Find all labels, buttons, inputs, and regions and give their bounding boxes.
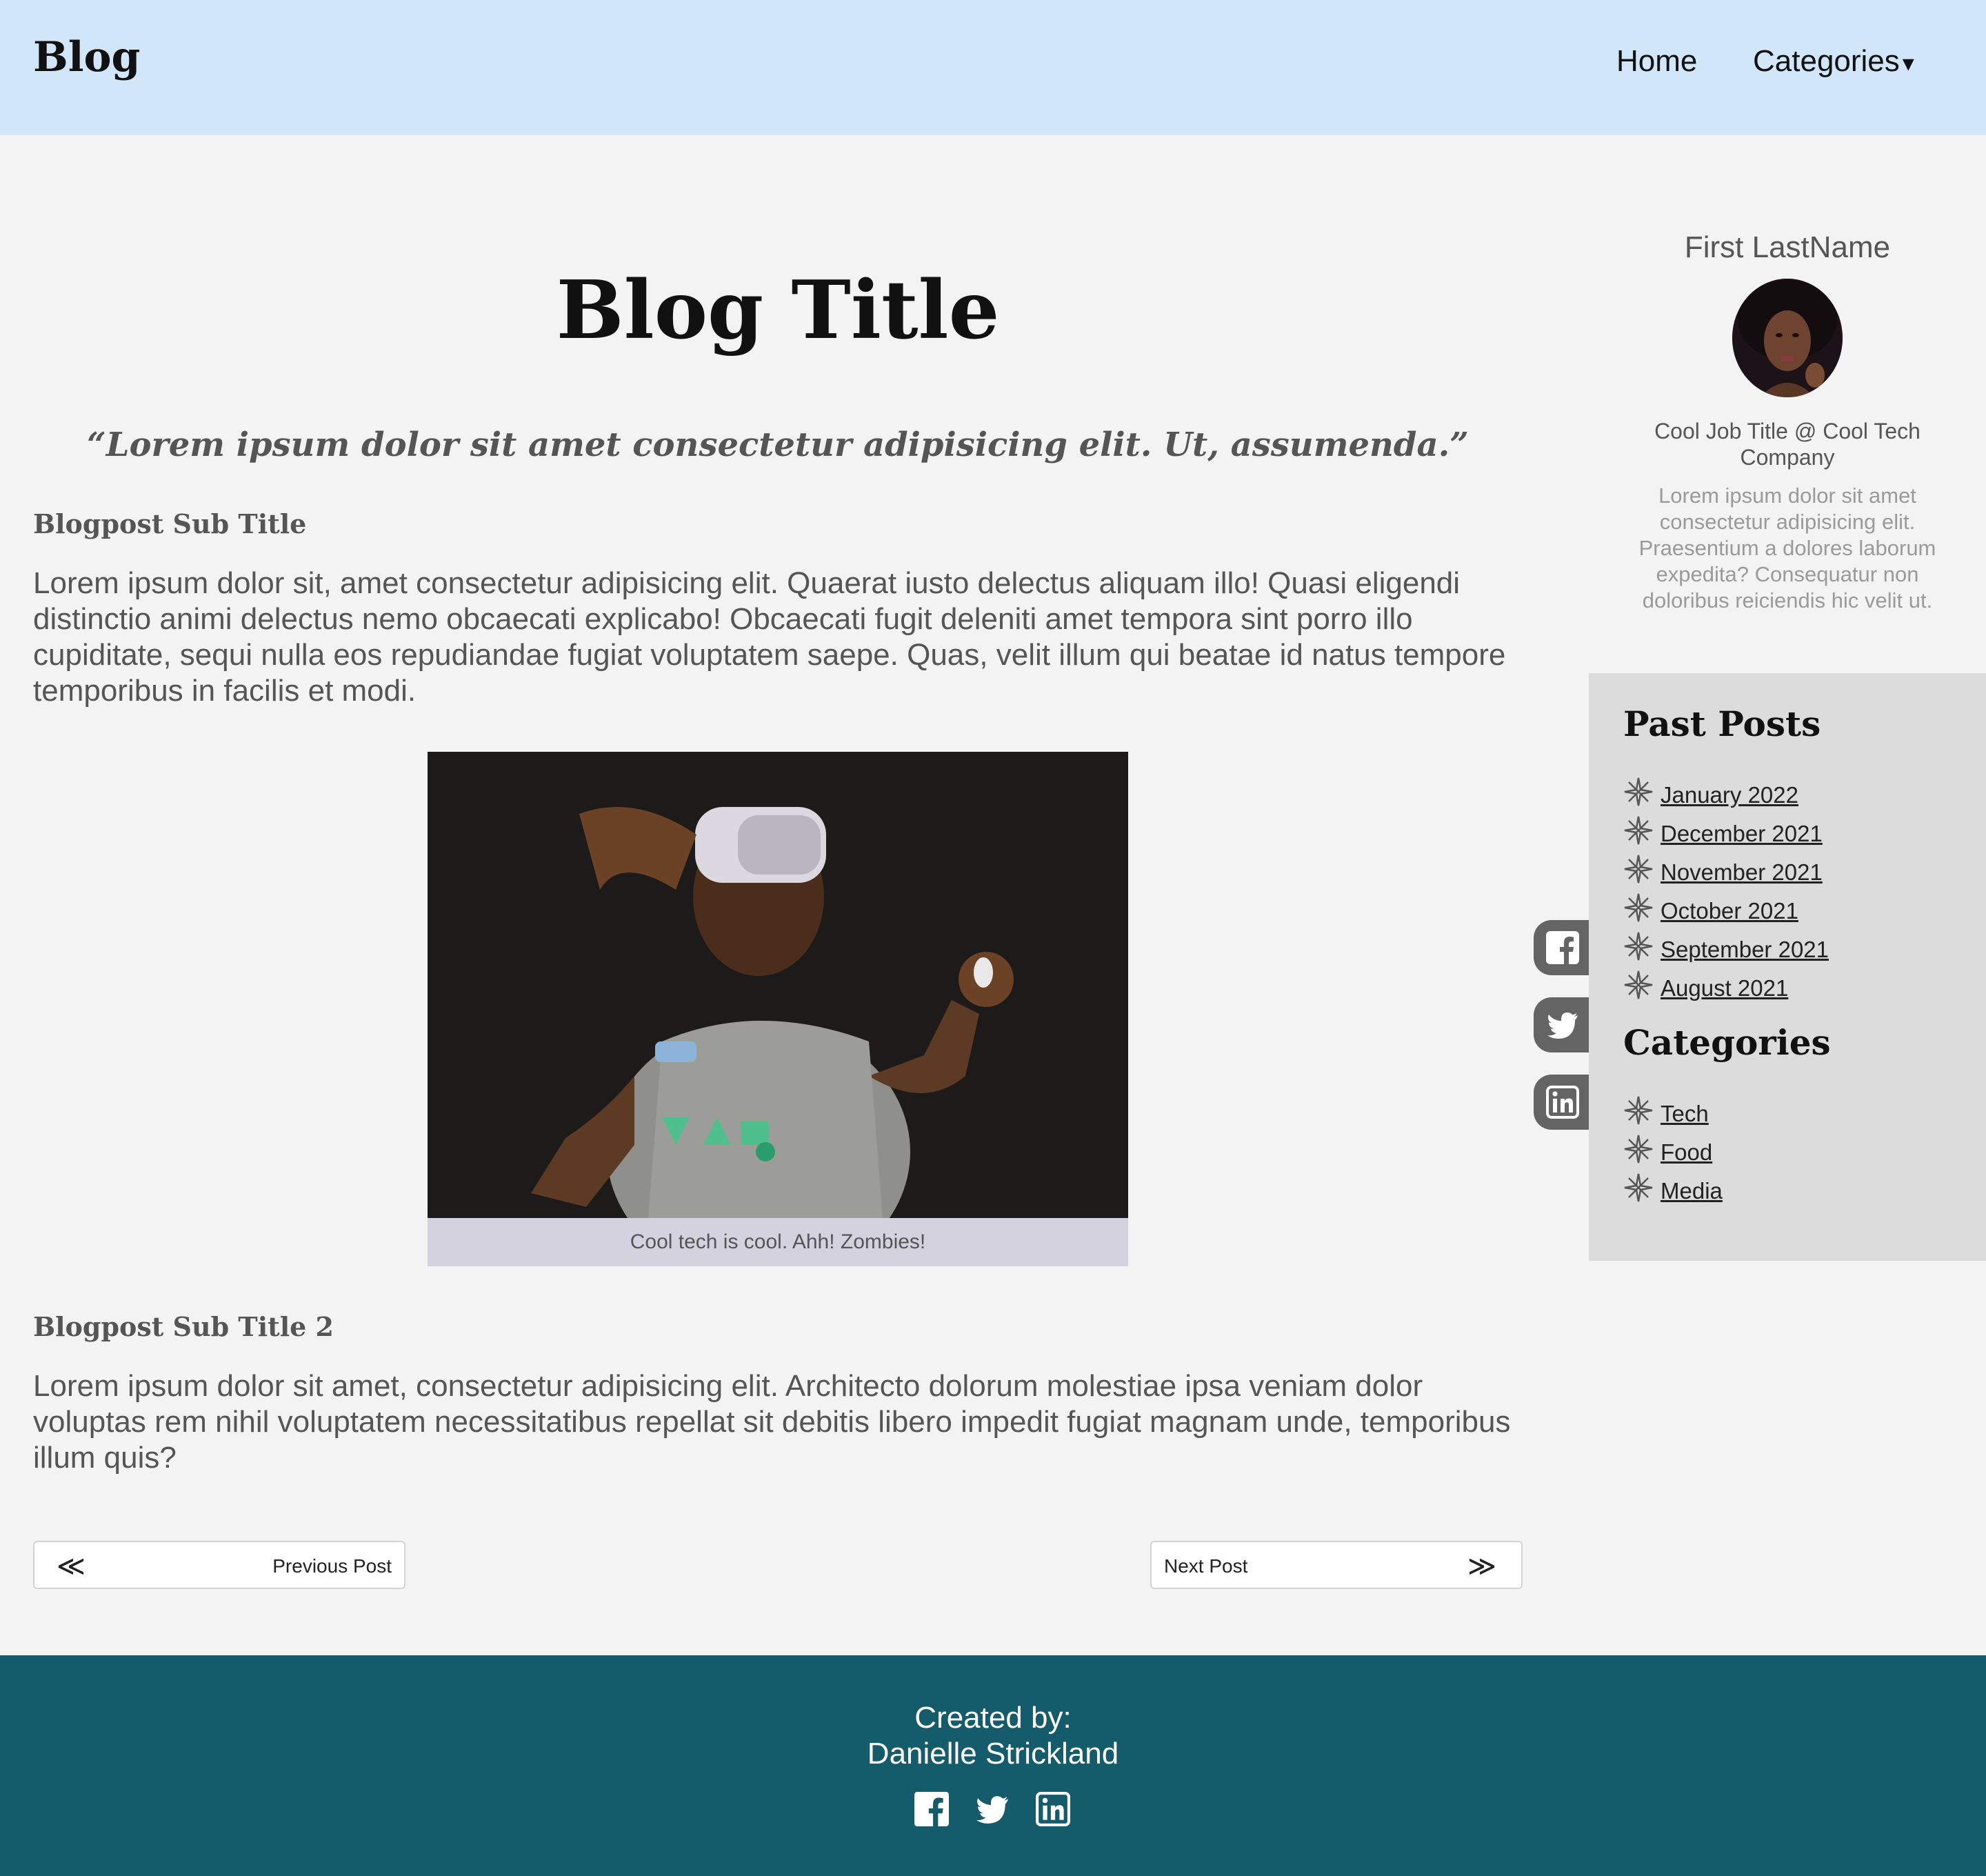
past-post-link-january-2022[interactable]: January 2022 [1661,782,1798,808]
blogpost-subtitle-2: Blogpost Sub Title 2 [33,1311,334,1342]
twitter-icon [976,1796,1008,1824]
previous-post-button[interactable]: ≪ Previous Post [33,1541,405,1589]
footer-social-icons [914,1792,1073,1830]
nav-categories-label: Categories [1753,44,1900,78]
footer-created-by: Created by: [914,1701,1072,1735]
profile-name: First LastName [1684,230,1891,264]
past-posts-heading: Past Posts [1623,704,1821,744]
next-post-label: Next Post [1164,1555,1248,1577]
past-post-link-october-2021[interactable]: October 2021 [1661,898,1798,924]
side-twitter-button[interactable] [1534,997,1589,1052]
vr-headset-photo [428,752,1128,1218]
article-figure: Cool tech is cool. Ahh! Zombies! [428,752,1128,1266]
footer-author: Danielle Strickland [867,1737,1119,1770]
figure-caption: Cool tech is cool. Ahh! Zombies! [428,1218,1128,1266]
category-link-media[interactable]: Media [1661,1178,1723,1204]
avatar [1732,279,1843,397]
site-footer: Created by: Danielle Strickland [0,1655,1986,1876]
twitter-icon [1547,1012,1578,1039]
facebook-icon [1546,931,1579,964]
star-bullet-icon [1624,893,1653,922]
past-post-link-december-2021[interactable]: December 2021 [1661,821,1823,847]
site-header: Blog Home Categories ▾ [0,0,1986,135]
categories-heading: Categories [1623,1022,1831,1063]
star-bullet-icon [1624,970,1653,999]
blogpost-subtitle-1: Blogpost Sub Title [33,508,307,539]
category-link-food[interactable]: Food [1661,1139,1712,1166]
double-chevron-left-icon: ≪ [57,1551,86,1581]
past-post-link-august-2021[interactable]: August 2021 [1661,975,1788,1001]
star-bullet-icon [1624,777,1653,806]
nav-home-link[interactable]: Home [1616,44,1697,79]
nav-categories-dropdown[interactable]: Categories ▾ [1753,44,1914,79]
star-bullet-icon [1624,1135,1653,1164]
linkedin-icon [1546,1086,1579,1119]
side-facebook-button[interactable] [1534,920,1589,975]
blogpost-paragraph-2: Lorem ipsum dolor sit amet, consectetur … [33,1369,1511,1475]
double-chevron-right-icon: ≫ [1467,1551,1496,1581]
facebook-icon [914,1792,949,1826]
past-post-link-november-2021[interactable]: November 2021 [1661,859,1823,886]
star-bullet-icon [1624,855,1653,884]
past-post-link-september-2021[interactable]: September 2021 [1661,937,1829,963]
footer-facebook-link[interactable] [914,1792,949,1830]
category-link-tech[interactable]: Tech [1661,1101,1709,1127]
star-bullet-icon [1624,1173,1653,1202]
side-linkedin-button[interactable] [1534,1075,1589,1130]
caret-down-icon: ▾ [1902,50,1914,77]
star-bullet-icon [1624,816,1653,845]
site-brand[interactable]: Blog [33,33,140,81]
star-bullet-icon [1624,1096,1653,1125]
blog-title: Blog Title [556,263,1000,357]
footer-twitter-link[interactable] [975,1792,1010,1830]
sidebar: Past Posts January 2022 December 2021 No… [1589,673,1986,1261]
linkedin-icon [1036,1792,1070,1826]
profile-bio: Lorem ipsum dolor sit amet consectetur a… [1638,483,1936,612]
star-bullet-icon [1624,932,1653,961]
next-post-button[interactable]: Next Post ≫ [1150,1541,1523,1589]
blog-quote: “Lorem ipsum dolor sit amet consectetur … [87,426,1469,464]
blogpost-paragraph-1: Lorem ipsum dolor sit, amet consectetur … [33,566,1506,708]
profile-job-title: Cool Job Title @ Cool Tech Company [1654,419,1920,470]
previous-post-label: Previous Post [272,1555,392,1577]
footer-linkedin-link[interactable] [1036,1792,1070,1830]
